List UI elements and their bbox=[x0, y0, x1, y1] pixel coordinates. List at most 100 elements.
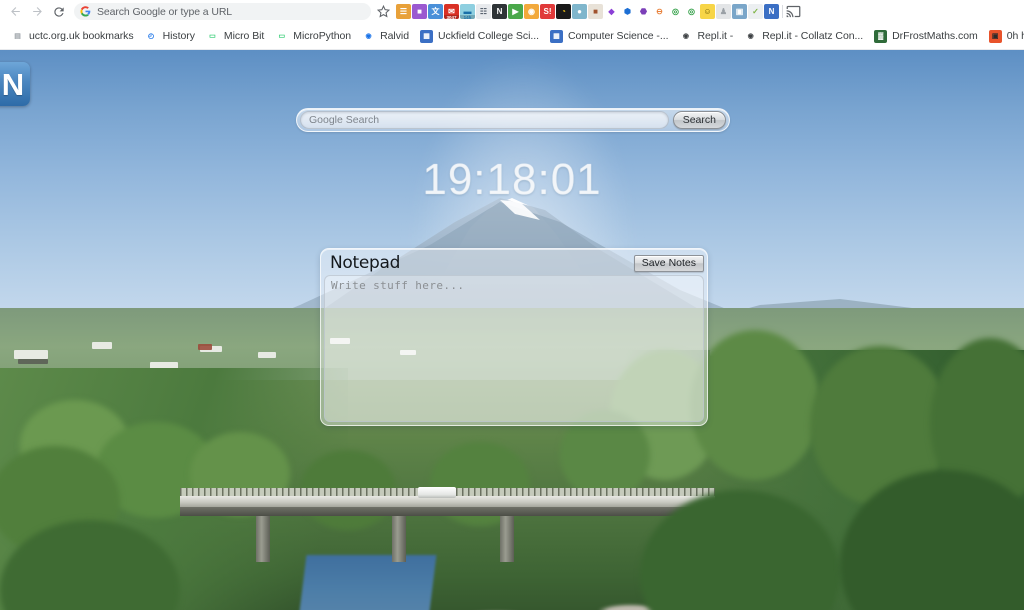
search-button-label: Search bbox=[682, 114, 716, 126]
bridge-pier bbox=[256, 516, 270, 562]
house bbox=[198, 344, 212, 350]
notepad-widget: Notepad Save Notes Write stuff here... bbox=[320, 248, 708, 426]
bookmark-item[interactable]: ◉ Repl.it - Collatz Con... bbox=[740, 28, 870, 45]
house bbox=[92, 342, 112, 349]
reload-button[interactable] bbox=[48, 2, 70, 22]
toolbar-divider bbox=[782, 5, 783, 18]
notepad-title: Notepad bbox=[330, 252, 401, 273]
bookmark-item[interactable]: ◉ Ralvid bbox=[358, 28, 416, 45]
blue-hexagon-extension[interactable]: ⬢ bbox=[620, 4, 635, 19]
browser-toolbar: Search Google or type a URL ☰ ■ 文 ✉ 3047 ▬ 14h… bbox=[0, 0, 1024, 23]
smiley-extension[interactable]: ☺ bbox=[700, 4, 715, 19]
bookmark-label: 0h h1 bbox=[1006, 30, 1024, 42]
bookmark-item[interactable]: ◴ History bbox=[141, 28, 202, 45]
bookmark-label: Repl.it - bbox=[697, 30, 734, 42]
google-g-icon bbox=[80, 6, 91, 17]
google-translate-extension[interactable]: 文 bbox=[428, 4, 443, 19]
pushbullet-extension[interactable]: ▶ bbox=[508, 4, 523, 19]
bookmark-item[interactable]: ▦ Computer Science -... bbox=[546, 28, 676, 45]
house bbox=[18, 359, 48, 364]
bookmark-label: Uckfield College Sci... bbox=[438, 30, 539, 42]
bookmark-label: Repl.it - Collatz Con... bbox=[762, 30, 864, 42]
reload-icon bbox=[54, 6, 64, 17]
newtab-logo-letter: N bbox=[1, 66, 25, 102]
bookmark-label: Ralvid bbox=[380, 30, 409, 42]
notepad-textarea[interactable]: Write stuff here... bbox=[324, 275, 704, 422]
clock-display: 19:18:01 bbox=[422, 155, 602, 204]
bookmarks-bar: ▤ uctc.org.uk bookmarks ◴ History ▭ Micro Bit… bbox=[0, 23, 1024, 50]
history-clock-icon: ◴ bbox=[144, 29, 158, 43]
bridge-girder bbox=[180, 507, 715, 516]
bridge-pier bbox=[500, 516, 514, 562]
white-van bbox=[418, 487, 456, 498]
drfrostmaths-icon: ▓ bbox=[874, 29, 888, 43]
photo-extension[interactable]: ▣ bbox=[732, 4, 747, 19]
google-sites-icon: ▦ bbox=[549, 29, 563, 43]
bookmark-star-button[interactable] bbox=[376, 4, 392, 20]
new-tab-page: N Google Search Search 19:18:01 Notepad … bbox=[0, 50, 1024, 610]
forward-arrow-icon bbox=[32, 7, 42, 16]
purple-diamond-extension[interactable]: ◆ bbox=[604, 4, 619, 19]
search-button[interactable]: Search bbox=[672, 111, 726, 129]
bookmark-item[interactable]: ▓ DrFrostMaths.com bbox=[870, 28, 985, 45]
checkmark-extension[interactable]: ✓ bbox=[748, 4, 763, 19]
replit-icon: ◉ bbox=[679, 29, 693, 43]
save-notes-label: Save Notes bbox=[641, 257, 696, 269]
google-contacts-extension[interactable]: ☰ bbox=[396, 4, 411, 19]
house bbox=[258, 352, 276, 358]
gmail-checker-extension[interactable]: ✉ 3047 bbox=[444, 4, 459, 19]
shazam-extension[interactable]: S! bbox=[540, 4, 555, 19]
replit-icon: ◉ bbox=[744, 29, 758, 43]
tree-canopy bbox=[690, 330, 820, 480]
colorful-globe-extension[interactable]: ◉ bbox=[524, 4, 539, 19]
folder-icon: ▤ bbox=[11, 29, 24, 43]
bookmark-item[interactable]: ◉ Repl.it - bbox=[675, 28, 740, 45]
bookmark-label: Micro Bit bbox=[223, 30, 265, 42]
browser-window: Search Google or type a URL ☰ ■ 文 ✉ 3047 ▬ 14h… bbox=[0, 0, 1024, 610]
micropython-icon: ▭ bbox=[275, 29, 289, 43]
bookmark-item[interactable]: ▭ Micro Bit bbox=[202, 28, 271, 45]
bookmark-item[interactable]: ▭ MicroPython bbox=[271, 28, 358, 45]
chrome-extension-1[interactable]: ◎ bbox=[668, 4, 683, 19]
purple-octagon-extension[interactable]: ⬣ bbox=[636, 4, 651, 19]
google-sites-icon: ▦ bbox=[420, 29, 433, 43]
search-bar: Google Search Search bbox=[296, 108, 730, 132]
bookmark-item[interactable]: ▦ Uckfield College Sci... bbox=[416, 28, 546, 45]
bookmark-label: History bbox=[162, 30, 195, 42]
onenote-extension[interactable]: N bbox=[764, 4, 779, 19]
bookmark-label: uctc.org.uk bookmarks bbox=[29, 30, 134, 42]
notepad-header: Notepad Save Notes bbox=[324, 252, 704, 274]
bridge-pier bbox=[392, 516, 406, 562]
back-arrow-icon bbox=[10, 7, 20, 16]
blue-ruler-extension-badge: 14h bbox=[460, 15, 475, 19]
blue-shield-extension[interactable]: ● bbox=[572, 4, 587, 19]
chrome-extension-2[interactable]: ◎ bbox=[684, 4, 699, 19]
calculator-extension[interactable]: ☷ bbox=[476, 4, 491, 19]
newtab-logo[interactable]: N bbox=[0, 62, 30, 106]
bookmark-label: DrFrostMaths.com bbox=[892, 30, 978, 42]
cast-button[interactable] bbox=[786, 4, 802, 20]
bookmark-item[interactable]: ▣ 0h h1 bbox=[985, 28, 1024, 45]
notepad-placeholder: Write stuff here... bbox=[331, 279, 465, 292]
bookmark-item[interactable]: ▤ uctc.org.uk bookmarks bbox=[7, 28, 141, 45]
pacman-extension[interactable]: ◔ bbox=[556, 4, 571, 19]
bookmark-label: Computer Science -... bbox=[567, 30, 669, 42]
purple-puzzle-extension[interactable]: ■ bbox=[412, 4, 427, 19]
address-bar[interactable]: Search Google or type a URL bbox=[74, 3, 371, 20]
notion-extension[interactable]: N bbox=[492, 4, 507, 19]
forward-button[interactable] bbox=[26, 2, 48, 22]
bookmark-label: MicroPython bbox=[293, 30, 352, 42]
gift-box-extension[interactable]: ■ bbox=[588, 4, 603, 19]
0hh1-grid-icon: ▣ bbox=[988, 29, 1002, 43]
block-site-extension[interactable]: ⊖ bbox=[652, 4, 667, 19]
extensions-strip: ☰ ■ 文 ✉ 3047 ▬ 14h ☷ N ▶ ◉ S! ◔ ● ■ ◆ ⬢ ⬣ ⊖ ◎ ◎ ☺ ♟ ▣ ✓ N bbox=[396, 4, 779, 19]
save-notes-button[interactable]: Save Notes bbox=[633, 254, 704, 272]
blue-ruler-extension[interactable]: ▬ 14h bbox=[460, 4, 475, 19]
person-grey-extension[interactable]: ♟ bbox=[716, 4, 731, 19]
star-icon bbox=[376, 4, 391, 18]
house bbox=[14, 350, 48, 359]
gmail-checker-extension-badge: 3047 bbox=[444, 15, 459, 19]
back-button[interactable] bbox=[4, 2, 26, 22]
search-input[interactable]: Google Search bbox=[300, 111, 669, 129]
cast-icon bbox=[786, 5, 801, 17]
